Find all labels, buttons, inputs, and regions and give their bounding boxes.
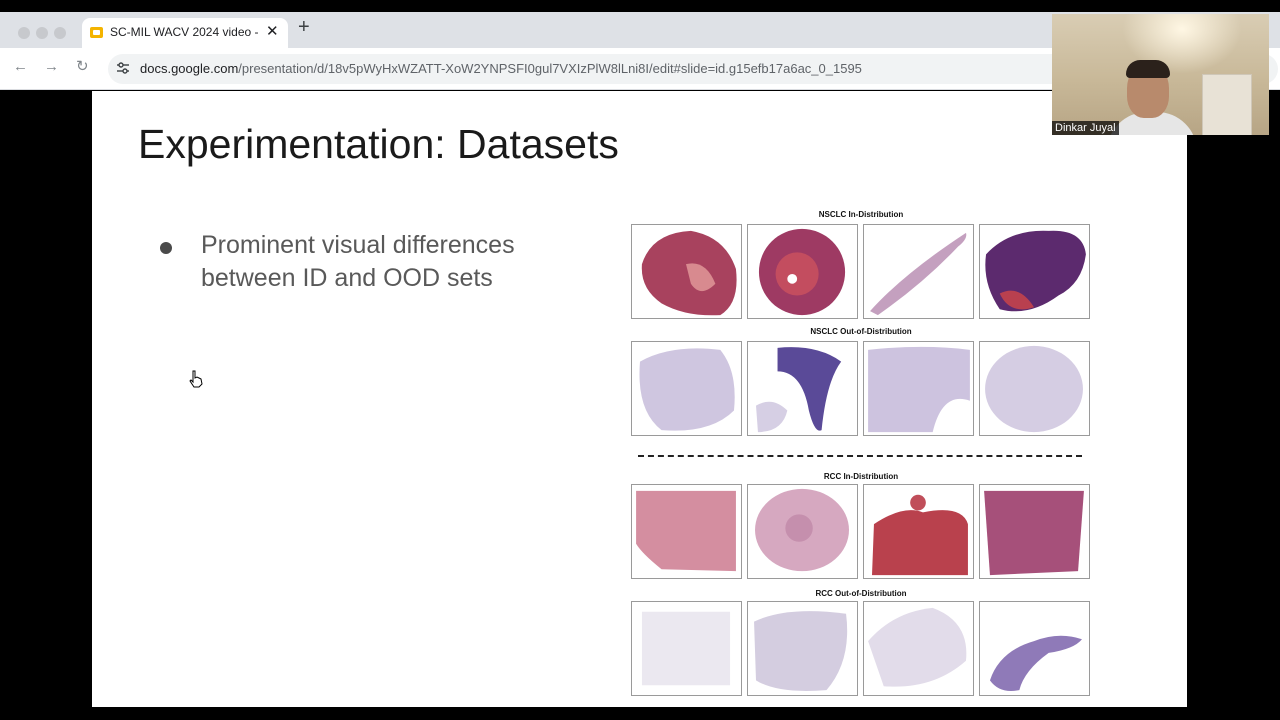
slides-icon [90,27,103,38]
window-zoom-control[interactable] [54,27,66,39]
presentation-slide: Experimentation: Datasets Prominent visu… [92,91,1187,707]
tissue-thumbnail [863,341,974,436]
url-host: docs.google.com [140,61,239,76]
tissue-thumbnail [979,341,1090,436]
tissue-thumbnail [747,224,858,319]
figure-group-label: NSCLC In-Distribution [818,210,904,219]
participant-name: Dinkar Juyal [1052,121,1119,135]
figure-divider [638,455,1082,457]
tissue-thumbnail [747,341,858,436]
tissue-thumbnail [747,484,858,579]
window-close-control[interactable] [18,27,30,39]
tab-title: SC-MIL WACV 2024 video - Google Slides [110,25,260,39]
bullet-icon [160,242,172,254]
tissue-thumbnail [631,484,742,579]
figure-group-label: NSCLC Out-of-Distribution [810,327,912,336]
tissue-thumbnail [979,224,1090,319]
tissue-thumbnail [979,601,1090,696]
site-settings-icon[interactable] [116,61,130,75]
hand-pointer-icon [189,370,203,388]
browser-tab-active[interactable]: SC-MIL WACV 2024 video - Google Slides ✕ [82,18,288,48]
webcam-video: Dinkar Juyal [1052,14,1269,135]
back-arrow-icon[interactable]: ← [13,59,28,74]
tissue-thumbnail [863,484,974,579]
bullet-text: Prominent visual differences between ID … [201,231,515,292]
figure-group-label: RCC In-Distribution [823,472,899,481]
tissue-thumbnail [979,484,1090,579]
tissue-thumbnail [747,601,858,696]
forward-arrow-icon[interactable]: → [44,59,59,74]
tissue-thumbnail [631,601,742,696]
screen: SC-MIL WACV 2024 video - Google Slides ✕… [0,0,1280,720]
close-icon[interactable]: ✕ [266,22,279,40]
slide-title: Experimentation: Datasets [138,121,619,167]
tissue-thumbnail [863,224,974,319]
new-tab-icon[interactable]: + [298,17,310,37]
tissue-thumbnail [631,341,742,436]
tissue-thumbnail [631,224,742,319]
figure-group-label: RCC Out-of-Distribution [815,589,907,598]
reload-icon[interactable]: ↻ [76,59,89,74]
url-path: /presentation/d/18v5pWyHxWZATT-XoW2YNPSF… [238,61,862,76]
url-text[interactable]: docs.google.com/presentation/d/18v5pWyHx… [140,61,862,76]
window-minimize-control[interactable] [36,27,48,39]
tissue-thumbnail [863,601,974,696]
